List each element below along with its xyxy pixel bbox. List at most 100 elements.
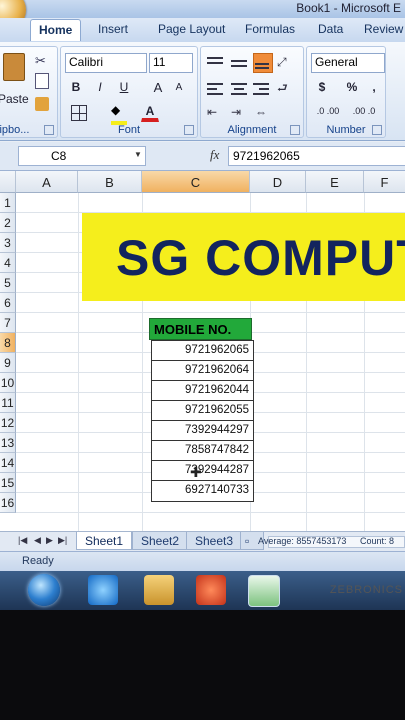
currency-button[interactable]: $ xyxy=(313,79,331,95)
row-header[interactable]: 12 xyxy=(0,413,16,433)
table-header-cell[interactable]: MOBILE NO. xyxy=(149,318,252,340)
media-player-icon[interactable] xyxy=(196,575,226,605)
title-bar: Book1 - Microsoft E xyxy=(0,0,405,18)
underline-button[interactable]: U xyxy=(115,79,133,95)
file-explorer-icon[interactable] xyxy=(144,575,174,605)
insert-function-icon[interactable]: fx xyxy=(210,147,219,163)
font-color-button[interactable]: A xyxy=(141,103,159,122)
ribbon: Paste ✂ lipbo... Calibri 11 B I U A A ◆ … xyxy=(0,42,405,141)
row-header[interactable]: 11 xyxy=(0,393,16,413)
window-title: Book1 - Microsoft E xyxy=(296,1,401,15)
next-sheet-nav-icon[interactable]: ▶ xyxy=(46,535,53,546)
font-name-select[interactable]: Calibri xyxy=(65,53,147,73)
formula-bar: C8 ▼ fx 9721962065 xyxy=(0,142,405,171)
banner-cell[interactable]: SG COMPUT xyxy=(82,213,405,301)
column-header-b[interactable]: B xyxy=(78,171,142,193)
sheet-tab-sheet2[interactable]: Sheet2 xyxy=(132,532,189,550)
column-header-e[interactable]: E xyxy=(306,171,364,193)
first-sheet-nav-icon[interactable]: |◀ xyxy=(18,535,27,546)
clipboard-launcher-icon[interactable] xyxy=(44,125,54,135)
row-header[interactable]: 3 xyxy=(0,233,16,253)
paste-icon[interactable] xyxy=(3,53,25,81)
row-header[interactable]: 6 xyxy=(0,293,16,313)
table-row[interactable]: 9721962055 xyxy=(152,401,253,421)
last-sheet-nav-icon[interactable]: ▶| xyxy=(58,535,67,546)
row-header[interactable]: 14 xyxy=(0,453,16,473)
wrap-text-icon[interactable]: ⮐ xyxy=(277,79,295,95)
grid-line xyxy=(16,312,405,313)
row-header[interactable]: 15 xyxy=(0,473,16,493)
tab-home[interactable]: Home xyxy=(30,19,82,41)
row-header[interactable]: 10 xyxy=(0,373,16,393)
select-all-corner[interactable] xyxy=(0,171,16,193)
worksheet-grid[interactable]: A B C D E F 1 2 3 4 5 6 7 8 9 10 11 12 13 14 15 16 SG C… xyxy=(0,171,405,531)
fill-color-icon[interactable]: ◆ xyxy=(111,103,127,125)
start-button-icon[interactable] xyxy=(28,574,60,606)
row-header[interactable]: 9 xyxy=(0,353,16,373)
table-row[interactable]: 9721962065 xyxy=(152,341,253,361)
shrink-font-button[interactable]: A xyxy=(171,81,187,94)
clipboard-group: Paste ✂ lipbo... xyxy=(0,46,58,138)
align-bottom-icon[interactable] xyxy=(253,53,273,73)
row-header[interactable]: 1 xyxy=(0,193,16,213)
merge-center-icon[interactable]: ⇔ xyxy=(255,105,277,119)
column-header-a[interactable]: A xyxy=(16,171,78,193)
table-row[interactable]: 9721962044 xyxy=(152,381,253,401)
row-header[interactable]: 7 xyxy=(0,313,16,333)
name-box-dropdown-icon[interactable]: ▼ xyxy=(134,150,142,159)
format-painter-icon[interactable] xyxy=(35,97,49,111)
row-header[interactable]: 2 xyxy=(0,213,16,233)
table-row[interactable]: 7392944297 xyxy=(152,421,253,441)
sheet-tab-sheet1[interactable]: Sheet1 xyxy=(76,532,133,550)
bold-button[interactable]: B xyxy=(67,79,85,95)
row-header[interactable]: 5 xyxy=(0,273,16,293)
column-header-f[interactable]: F xyxy=(364,171,405,193)
percent-button[interactable]: % xyxy=(343,79,361,95)
comma-button[interactable]: , xyxy=(367,79,381,95)
tab-page-layout[interactable]: Page Layout xyxy=(158,22,225,36)
prev-sheet-nav-icon[interactable]: ◀ xyxy=(34,535,41,546)
table-row[interactable]: 9721962064 xyxy=(152,361,253,381)
sheet-tab-sheet3[interactable]: Sheet3 xyxy=(186,532,243,550)
italic-button[interactable]: I xyxy=(91,79,109,95)
orientation-icon[interactable]: ⤢ xyxy=(277,55,295,71)
table-row[interactable]: 7858747842 xyxy=(152,441,253,461)
column-header-c[interactable]: C xyxy=(142,171,250,193)
align-center-icon[interactable] xyxy=(231,81,249,95)
number-group: General $ % , .0 .00 .00 .0 Number xyxy=(306,46,386,138)
tab-insert[interactable]: Insert xyxy=(98,22,128,36)
align-middle-icon[interactable] xyxy=(231,55,249,71)
paste-button[interactable]: Paste xyxy=(0,91,29,107)
row-header[interactable]: 8 xyxy=(0,333,16,353)
row-header[interactable]: 4 xyxy=(0,253,16,273)
font-launcher-icon[interactable] xyxy=(184,125,194,135)
name-box[interactable]: C8 xyxy=(18,146,146,166)
tab-data[interactable]: Data xyxy=(318,22,343,36)
formula-input[interactable]: 9721962065 xyxy=(228,146,405,166)
grow-font-button[interactable]: A xyxy=(149,79,167,96)
borders-icon[interactable] xyxy=(71,105,87,121)
tab-review[interactable]: Review xyxy=(364,22,403,36)
align-right-icon[interactable] xyxy=(253,81,271,95)
row-header[interactable]: 16 xyxy=(0,493,16,513)
decrease-decimal-button[interactable]: .00 .0 xyxy=(347,105,381,117)
row-header[interactable]: 13 xyxy=(0,433,16,453)
excel-taskbar-icon[interactable] xyxy=(248,575,280,607)
number-launcher-icon[interactable] xyxy=(372,125,382,135)
alignment-launcher-icon[interactable] xyxy=(290,125,300,135)
align-top-icon[interactable] xyxy=(207,55,225,71)
decrease-indent-icon[interactable]: ⇤ xyxy=(207,105,225,119)
copy-icon[interactable] xyxy=(35,73,49,89)
increase-decimal-button[interactable]: .0 .00 xyxy=(311,105,345,117)
table-row[interactable]: 7392944287 xyxy=(152,461,253,481)
column-header-d[interactable]: D xyxy=(250,171,306,193)
increase-indent-icon[interactable]: ⇥ xyxy=(231,105,249,119)
table-row[interactable]: 6927140733 xyxy=(152,481,253,501)
font-size-select[interactable]: 11 xyxy=(149,53,193,73)
cut-icon[interactable]: ✂ xyxy=(35,53,49,68)
internet-explorer-icon[interactable] xyxy=(88,575,118,605)
number-format-select[interactable]: General xyxy=(311,53,385,73)
tab-formulas[interactable]: Formulas xyxy=(245,22,295,36)
align-left-icon[interactable] xyxy=(207,81,225,95)
alignment-group: ⤢ ⮐ ⇤ ⇥ ⇔ Alignment xyxy=(200,46,304,138)
